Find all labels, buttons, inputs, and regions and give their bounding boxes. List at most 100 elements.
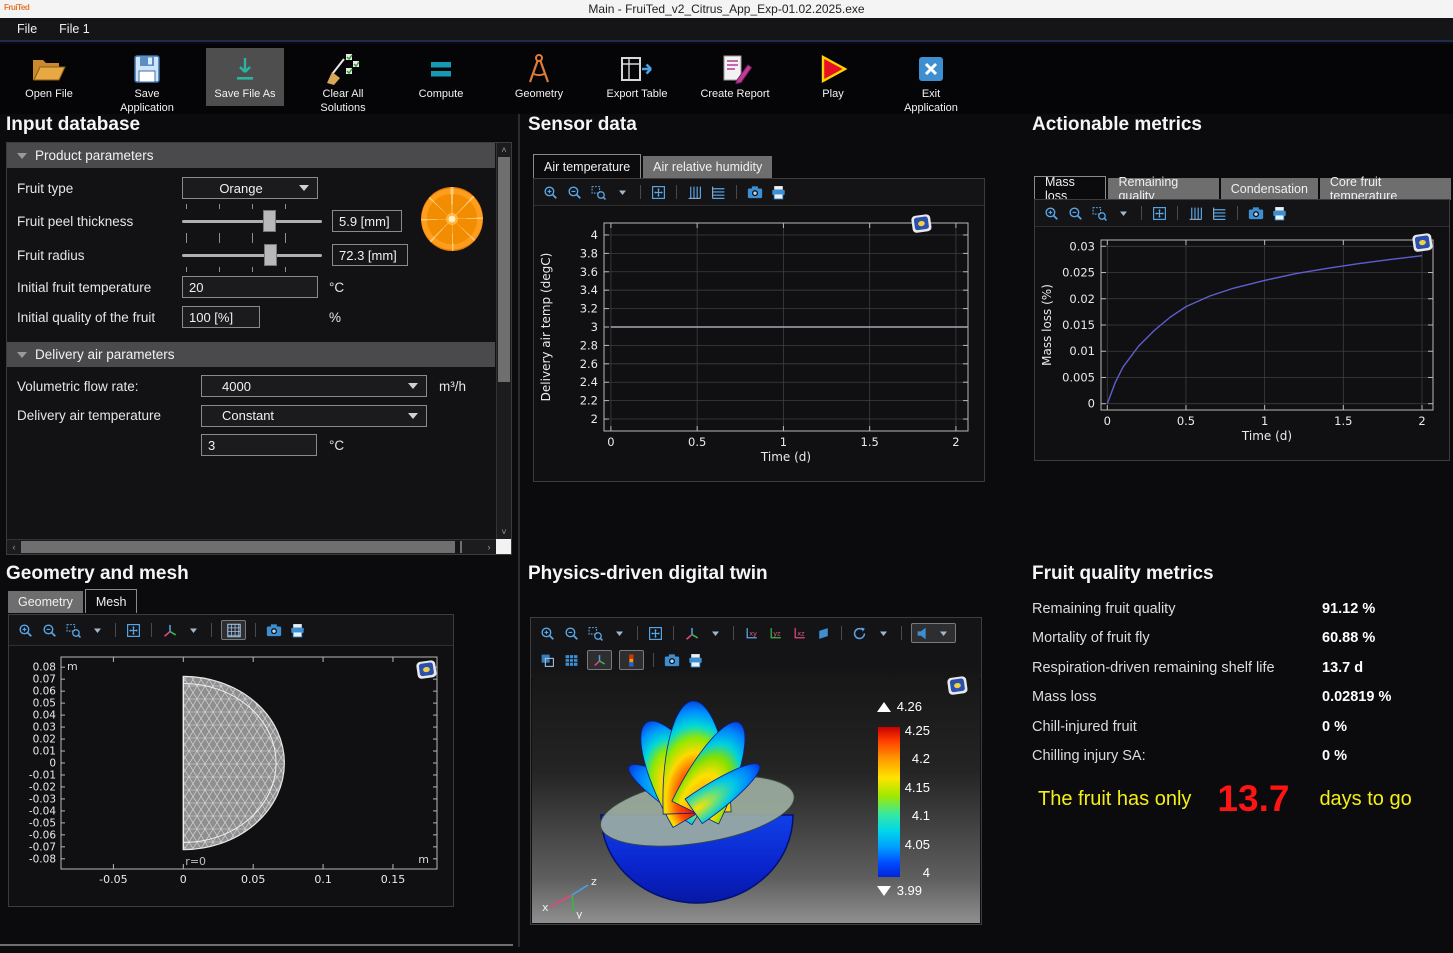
- sensor-plot-toolbar: [534, 179, 984, 206]
- vertical-scrollbar[interactable]: ˄ ˅: [496, 143, 511, 539]
- create-report-button[interactable]: Create Report: [696, 48, 774, 106]
- metrics-tab-remaining-quality[interactable]: Remaining quality: [1108, 178, 1218, 200]
- air-temp-mode-dropdown[interactable]: Constant: [201, 405, 427, 427]
- initial-quality-input[interactable]: [182, 306, 260, 328]
- fruit-type-dropdown[interactable]: Orange: [182, 177, 318, 199]
- zoom-box-icon[interactable]: [1091, 205, 1108, 221]
- zoom-out-icon[interactable]: [1067, 205, 1084, 221]
- view-yz-icon[interactable]: yz: [767, 625, 784, 641]
- export-table-button[interactable]: Export Table: [598, 48, 676, 106]
- print-icon[interactable]: [687, 652, 704, 668]
- clear-all-solutions-button[interactable]: Clear All Solutions: [304, 48, 382, 120]
- zoom-box-icon[interactable]: [587, 625, 604, 641]
- air-temp-value-input[interactable]: [201, 434, 317, 456]
- axes-on-toggle[interactable]: [587, 650, 612, 670]
- caret-icon[interactable]: [611, 625, 628, 641]
- open-file-button[interactable]: Open File: [10, 48, 88, 106]
- scroll-left-icon[interactable]: ‹: [7, 540, 21, 554]
- chevron-down-icon[interactable]: [935, 625, 952, 641]
- transparency-icon[interactable]: [539, 652, 556, 668]
- scene-light-toggle[interactable]: [911, 623, 956, 643]
- view-xz-icon[interactable]: xz: [791, 625, 808, 641]
- save-application-button[interactable]: Save Application: [108, 48, 186, 120]
- svg-text:xy: xy: [749, 629, 757, 637]
- geometry-button[interactable]: Geometry: [500, 48, 578, 106]
- camera-icon[interactable]: [1247, 205, 1264, 221]
- slider-handle[interactable]: [264, 244, 277, 266]
- scene-light-icon[interactable]: [915, 625, 932, 641]
- orientation-icon[interactable]: [683, 625, 700, 641]
- caret-icon[interactable]: [89, 622, 106, 638]
- zoom-extents-icon[interactable]: [647, 625, 664, 641]
- geometry-tab-geometry[interactable]: Geometry: [8, 591, 83, 613]
- camera-icon[interactable]: [663, 652, 680, 668]
- play-button[interactable]: Play: [794, 48, 872, 106]
- table-icon[interactable]: [563, 652, 580, 668]
- sensor-tab-air-temperature[interactable]: Air temperature: [533, 154, 641, 178]
- colorbar-max: 4.26: [877, 699, 922, 714]
- axes-on-icon[interactable]: [591, 652, 608, 668]
- camera-icon[interactable]: [746, 184, 763, 200]
- metrics-tab-core-fruit-temperature[interactable]: Core fruit temperature: [1320, 178, 1451, 200]
- legend-on-toggle[interactable]: [619, 650, 644, 670]
- caret-icon[interactable]: [614, 184, 631, 200]
- exit-application-button[interactable]: Exit Application: [892, 48, 970, 120]
- y-grid-icon[interactable]: [1187, 205, 1204, 221]
- rotate-icon[interactable]: [851, 625, 868, 641]
- view-xy-icon[interactable]: xy: [743, 625, 760, 641]
- print-icon[interactable]: [770, 184, 787, 200]
- x-grid-icon[interactable]: [1211, 205, 1228, 221]
- scrollbar-thumb[interactable]: [21, 541, 462, 553]
- twin-3d-viewport[interactable]: x y z 4.26 4.254.24.154.14.054 3.99: [532, 671, 980, 923]
- horizontal-scrollbar[interactable]: ‹ ›: [7, 539, 496, 554]
- grid-on-toggle[interactable]: [221, 620, 246, 640]
- zoom-box-icon[interactable]: [65, 622, 82, 638]
- grid-on-icon[interactable]: [225, 622, 242, 638]
- caret-icon[interactable]: [1115, 205, 1132, 221]
- peel-thickness-slider[interactable]: [182, 208, 322, 234]
- scroll-right-icon[interactable]: ›: [482, 540, 496, 554]
- print-icon[interactable]: [289, 622, 306, 638]
- section-product-parameters[interactable]: Product parameters: [7, 143, 495, 168]
- compute-button[interactable]: Compute: [402, 48, 480, 106]
- perspective-icon[interactable]: [815, 625, 832, 641]
- menu-item-file[interactable]: File: [8, 19, 46, 39]
- orientation-icon[interactable]: [161, 622, 178, 638]
- scroll-up-icon[interactable]: ˄: [497, 143, 511, 157]
- slider-handle[interactable]: [263, 210, 276, 232]
- initial-temp-label: Initial fruit temperature: [17, 280, 151, 295]
- zoom-extents-icon[interactable]: [650, 184, 667, 200]
- camera-icon[interactable]: [265, 622, 282, 638]
- zoom-out-icon[interactable]: [41, 622, 58, 638]
- input-database-panel: Product parameters Fruit type Orange Fru…: [6, 142, 512, 555]
- fruit-radius-slider[interactable]: [182, 242, 322, 268]
- caret-icon[interactable]: [185, 622, 202, 638]
- scroll-down-icon[interactable]: ˅: [497, 525, 511, 539]
- metrics-tab-mass-loss[interactable]: Mass loss: [1034, 176, 1106, 200]
- caret-icon[interactable]: [875, 625, 892, 641]
- x-grid-icon[interactable]: [710, 184, 727, 200]
- zoom-in-icon[interactable]: [542, 184, 559, 200]
- caret-icon[interactable]: [707, 625, 724, 641]
- sensor-tab-air-relative-humidity[interactable]: Air relative humidity: [643, 156, 772, 178]
- save-file-as-button[interactable]: Save File As: [206, 48, 284, 106]
- section-delivery-air[interactable]: Delivery air parameters: [7, 342, 495, 367]
- zoom-in-icon[interactable]: [1043, 205, 1060, 221]
- zoom-in-icon[interactable]: [17, 622, 34, 638]
- geometry-tab-mesh[interactable]: Mesh: [85, 589, 138, 613]
- zoom-box-icon[interactable]: [590, 184, 607, 200]
- y-grid-icon[interactable]: [686, 184, 703, 200]
- flow-rate-dropdown[interactable]: 4000: [201, 375, 427, 397]
- zoom-extents-icon[interactable]: [1151, 205, 1168, 221]
- scrollbar-thumb[interactable]: [498, 157, 510, 382]
- zoom-in-icon[interactable]: [539, 625, 556, 641]
- toolbar-separator: [255, 623, 256, 637]
- zoom-out-icon[interactable]: [566, 184, 583, 200]
- menu-item-file-1[interactable]: File 1: [50, 19, 99, 39]
- initial-temp-input[interactable]: [182, 276, 318, 298]
- metrics-tab-condensation[interactable]: Condensation: [1221, 178, 1318, 200]
- zoom-out-icon[interactable]: [563, 625, 580, 641]
- print-icon[interactable]: [1271, 205, 1288, 221]
- legend-on-icon[interactable]: [623, 652, 640, 668]
- zoom-extents-icon[interactable]: [125, 622, 142, 638]
